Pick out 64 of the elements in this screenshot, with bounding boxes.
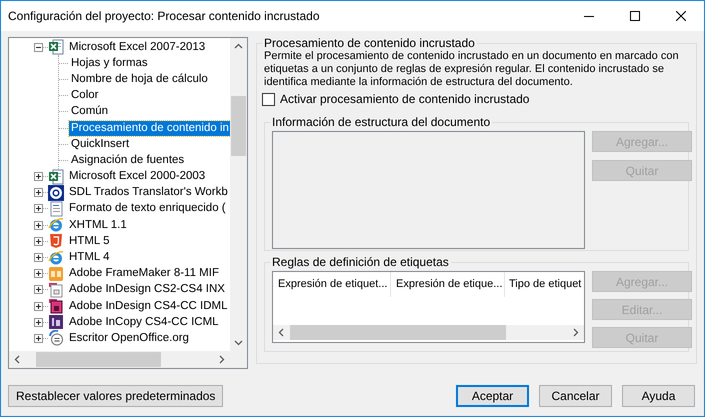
horizontal-scrollbar[interactable] [273, 325, 584, 340]
tree-item[interactable]: Asignación de fuentes [69, 152, 186, 168]
document-icon [48, 282, 64, 298]
expand-icon[interactable] [34, 236, 43, 246]
tree-item[interactable]: SDL Trados Translator's Workb [67, 185, 230, 200]
scrollbar-thumb[interactable] [231, 96, 246, 156]
tree-item[interactable]: Adobe InDesign CS2-CS4 INX [67, 282, 227, 298]
expand-icon[interactable] [34, 253, 43, 262]
expand-icon[interactable] [34, 172, 43, 182]
expand-icon[interactable] [34, 318, 43, 327]
spreadsheet-icon [48, 168, 64, 185]
document-icon [48, 200, 64, 217]
button[interactable]: Ayuda [622, 385, 695, 407]
tile-icon [48, 266, 64, 282]
reset-button[interactable]: Restablecer valores predeterminados [8, 385, 224, 407]
group-title: Reglas de definición de etiquetas [271, 255, 450, 269]
tree-item[interactable]: Escritor OpenOffice.org [67, 330, 191, 346]
tree-item[interactable]: HTML 4 [67, 250, 112, 266]
checkbox[interactable] [262, 92, 275, 106]
expand-icon[interactable] [34, 220, 43, 230]
group-title: Información de estructura del documento [271, 115, 492, 129]
tree-item[interactable]: Adobe InDesign CS4-CC IDML [67, 298, 230, 314]
tree-item[interactable]: Procesamiento de contenido in [69, 120, 230, 136]
column-header[interactable]: Tipo de etiquet [505, 272, 582, 297]
tree-item[interactable]: Formato de texto enriquecido ( [67, 201, 228, 216]
tree-item[interactable]: Hojas y formas [69, 56, 150, 71]
expand-icon[interactable] [34, 334, 43, 343]
tree-item[interactable]: Nombre de hoja de cálculo [69, 72, 210, 87]
description-text: Permite el procesamiento de contenido incrustado en un documento en marcado con etiquetas a un conjunto de reglas de expresión regular. El contenido incrustado se identifica mediante la información de estructura del documento. [264, 50, 680, 89]
globe-icon [48, 250, 64, 266]
shield-icon [48, 233, 64, 250]
tree-item[interactable]: Color [69, 88, 100, 104]
collapse-icon[interactable] [34, 42, 43, 52]
checkbox-label: Activar procesamiento de contenido incrustado [280, 92, 530, 106]
expand-icon[interactable] [34, 285, 43, 294]
tree-item[interactable]: Adobe FrameMaker 8-11 MIF [67, 266, 221, 282]
close-icon [676, 11, 686, 21]
tree-item[interactable]: Microsoft Excel 2000-2003 [67, 169, 208, 184]
button[interactable]: Aceptar [456, 385, 529, 407]
list-box[interactable] [272, 131, 585, 249]
document-icon [48, 298, 64, 314]
document-icon [48, 330, 64, 346]
tree-item[interactable]: HTML 5 [67, 234, 112, 249]
column-header[interactable]: Expresión de etique... [391, 272, 505, 297]
tree-item[interactable]: Adobe InCopy CS4-CC ICML [67, 314, 221, 330]
scrollbar-thumb[interactable] [36, 352, 161, 367]
window-title: Configuración del proyecto: Procesar contenido incrustado [7, 9, 321, 23]
vertical-scrollbar[interactable] [230, 38, 247, 351]
tile-icon [48, 314, 64, 330]
maximize-icon [630, 11, 640, 21]
lifebuoy-icon [48, 184, 64, 201]
tree-item[interactable]: XHTML 1.1 [67, 218, 129, 233]
expand-icon[interactable] [34, 204, 43, 214]
expand-icon[interactable] [34, 269, 43, 278]
tree-item[interactable]: Común [69, 104, 110, 120]
expand-icon[interactable] [34, 188, 43, 198]
tree-item[interactable]: QuickInsert [69, 136, 132, 152]
column-header[interactable]: Expresión de etiquet... [273, 272, 391, 297]
globe-icon [48, 217, 64, 234]
button[interactable]: Cancelar [539, 385, 612, 407]
expand-icon[interactable] [34, 302, 43, 311]
tree-item[interactable]: Microsoft Excel 2007-2013 [67, 40, 208, 55]
scrollbar-thumb[interactable] [290, 325, 506, 340]
group-title: Procesamiento de contenido incrustado [263, 36, 476, 50]
